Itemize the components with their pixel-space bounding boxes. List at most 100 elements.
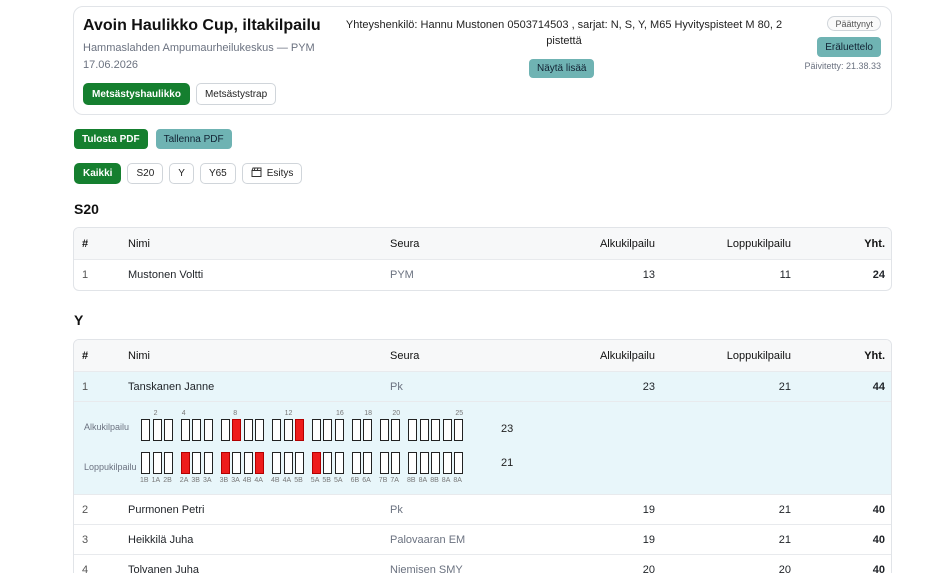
final-station-label: 1B [140, 477, 149, 484]
qual-shot-3 [164, 419, 174, 441]
final-shots-total: 21 [501, 457, 514, 469]
row-qual: 20 [642, 564, 655, 573]
row-total: 40 [872, 564, 885, 573]
final-station-label: 4A [254, 477, 263, 484]
row-final: 21 [778, 503, 791, 516]
row-final: 20 [778, 564, 791, 573]
qual-tick-label: 16 [336, 410, 344, 417]
col-final: Loppukilpailu [726, 349, 791, 362]
event-card: Avoin Haulikko Cup, iltakilpailu Hammasl… [73, 6, 892, 115]
qual-shot-7 [220, 419, 230, 441]
final-shot-2 [152, 452, 162, 474]
qual-shot-13 [295, 419, 305, 441]
row-name: Heikkilä Juha [128, 533, 194, 546]
qual-shot-23 [431, 419, 441, 441]
pdf-actions: Tulosta PDF Tallenna PDF [74, 129, 232, 149]
final-station-label: 7A [390, 477, 399, 484]
qual-shot-10 [255, 419, 265, 441]
col-qual: Alkukilpailu [599, 237, 655, 250]
final-station-label: 4B [242, 477, 252, 484]
row-name: Purmonen Petri [128, 503, 205, 516]
col-final: Loppukilpailu [726, 237, 791, 250]
qual-shots-total: 23 [501, 423, 514, 435]
final-shot-18 [363, 452, 373, 474]
final-station-label: 4A [282, 477, 292, 484]
final-shots-label: Loppukilpailu [84, 462, 137, 472]
contact-info: Yhteyshenkilö: Hannu Mustonen 0503714503… [345, 19, 783, 47]
filter-s20[interactable]: S20 [127, 163, 164, 184]
updated-timestamp: Päivitetty: 21.38.33 [804, 61, 881, 71]
shot-detail-panel: Alkukilpailu Loppukilpailu 2 4 8 12 16 18 20 25… [74, 402, 891, 495]
col-name: Nimi [128, 237, 150, 250]
final-shot-6 [204, 452, 213, 474]
qual-shot-20 [391, 419, 401, 441]
qual-shot-21 [408, 419, 417, 441]
qual-shot-6 [204, 419, 213, 441]
filter-kaikki[interactable]: Kaikki [74, 163, 122, 184]
table-row-expanded[interactable]: 1 Tanskanen Janne Pk 23 21 44 [74, 372, 891, 402]
qual-shot-11 [272, 419, 281, 441]
final-shot-15 [323, 452, 333, 474]
row-total: 44 [872, 380, 885, 393]
final-shot-9 [243, 452, 253, 474]
row-num: 3 [82, 533, 89, 546]
final-station-label: 7B [378, 477, 388, 484]
table-row[interactable]: 1 Mustonen Voltti PYM 13 11 24 [74, 260, 891, 290]
row-total: 40 [872, 533, 885, 546]
table-row[interactable]: 3 Heikkilä Juha Palovaaran EM 19 21 40 [74, 525, 891, 555]
final-station-label: 2B [163, 477, 172, 484]
discipline-tabs: Metsästyshaulikko Metsästystrap [83, 83, 277, 105]
event-title: Avoin Haulikko Cup, iltakilpailu [83, 17, 321, 34]
qual-shot-15 [323, 419, 333, 441]
qual-shots-label: Alkukilpailu [84, 422, 130, 432]
row-qual: 23 [642, 380, 655, 393]
final-shot-19 [379, 452, 389, 474]
final-station-label: 8A [453, 477, 462, 484]
final-shot-21 [408, 452, 417, 474]
final-station-label: 5B [322, 477, 331, 484]
filter-y[interactable]: Y [169, 163, 194, 184]
table-row[interactable]: 4 Tolvanen Juha Niemisen SMY 20 20 40 [74, 555, 891, 573]
final-station-label: 6A [362, 477, 371, 484]
row-final: 21 [778, 533, 791, 546]
save-pdf-button[interactable]: Tallenna PDF [155, 129, 232, 149]
final-station-label: 3B [219, 477, 229, 484]
row-final: 21 [778, 380, 791, 393]
final-station-label: 2A [179, 477, 189, 484]
filter-y65[interactable]: Y65 [199, 163, 236, 184]
filter-esitys-label: Esitys [266, 168, 294, 179]
qual-tick-label: 2 [153, 410, 158, 417]
final-shot-4 [180, 452, 190, 474]
col-name: Nimi [128, 349, 150, 362]
event-date: 17.06.2026 [83, 59, 139, 71]
qual-shot-17 [351, 419, 361, 441]
results-table-y: # Nimi Seura Alkukilpailu Loppukilpailu … [73, 339, 892, 573]
qual-tick-label: 4 [181, 410, 186, 417]
filter-esitys[interactable]: Esitys [241, 163, 303, 184]
show-more-button[interactable]: Näytä lisää [529, 59, 595, 78]
row-club: PYM [390, 269, 414, 281]
qual-shot-19 [379, 419, 389, 441]
col-total: Yht. [864, 237, 885, 250]
qual-shot-8 [232, 419, 242, 441]
row-qual: 19 [642, 533, 655, 546]
tab-metsastystrap[interactable]: Metsästystrap [195, 83, 277, 105]
final-station-label: 6B [350, 477, 360, 484]
squad-list-button[interactable]: Eräluettelo [817, 37, 881, 57]
section-title-s20: S20 [74, 201, 99, 217]
table-header: # Nimi Seura Alkukilpailu Loppukilpailu … [74, 228, 891, 260]
qual-shot-9 [243, 419, 253, 441]
table-row[interactable]: 2 Purmonen Petri Pk 19 21 40 [74, 495, 891, 525]
tab-metsastyshaulikko[interactable]: Metsästyshaulikko [83, 83, 190, 105]
row-name: Tanskanen Janne [128, 380, 215, 393]
col-club: Seura [390, 237, 420, 250]
final-shot-17 [351, 452, 361, 474]
final-station-label: 5A [334, 477, 343, 484]
row-total: 40 [872, 503, 885, 516]
col-num: # [82, 349, 89, 362]
final-station-label: 8B [407, 477, 416, 484]
row-total: 24 [872, 269, 885, 281]
status-badge: Päättynyt [827, 16, 881, 31]
print-pdf-button[interactable]: Tulosta PDF [74, 129, 148, 149]
qual-shot-22 [419, 419, 429, 441]
